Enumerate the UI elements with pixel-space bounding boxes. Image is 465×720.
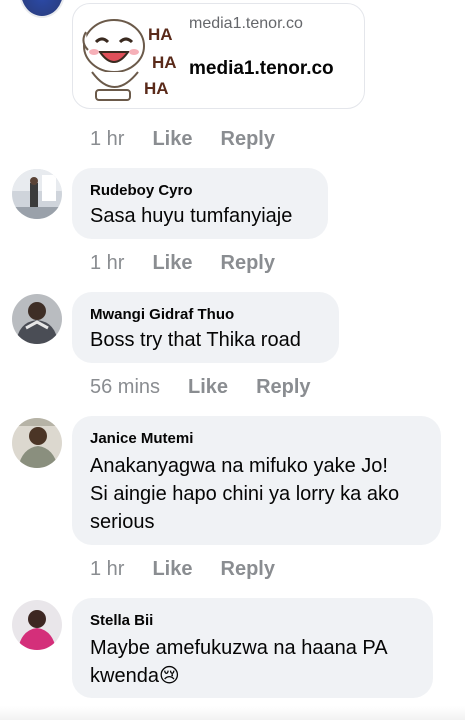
comment-text: serious [90,511,155,533]
comment-actions: 1 hr Like Reply [90,558,275,581]
avatar[interactable] [12,600,62,650]
ha-text: HA [148,25,173,44]
comment-text: Si aingie hapo chini ya lorry ka ako [90,483,400,505]
link-title[interactable]: media1.tenor.co [189,58,334,80]
like-button[interactable]: Like [188,376,228,398]
comment-text: Sasa huyu tumfanyiaje [90,205,293,227]
comment-author[interactable]: Rudeboy Cyro [90,182,193,199]
comment-author[interactable]: Stella Bii [90,612,153,629]
comment-text: Maybe amefukuzwa na haana PA [90,637,388,659]
comment-text: Anakanyagwa na mifuko yake Jo! [90,455,388,477]
avatar[interactable] [19,0,65,18]
comment-author[interactable]: Janice Mutemi [90,430,193,447]
ha-text: HA [144,79,169,98]
like-button[interactable]: Like [152,252,192,274]
comment-actions: 56 mins Like Reply [90,376,311,399]
reply-button[interactable]: Reply [221,252,275,274]
comment-time[interactable]: 1 hr [90,558,124,580]
like-button[interactable]: Like [152,128,192,150]
comment-time[interactable]: 1 hr [90,128,124,150]
comment-time[interactable]: 56 mins [90,376,160,398]
reply-button[interactable]: Reply [221,128,275,150]
comment-text: Boss try that Thika road [90,329,301,351]
avatar[interactable] [12,294,62,344]
comment-author[interactable]: Mwangi Gidraf Thuo [90,306,234,323]
reply-button[interactable]: Reply [221,558,275,580]
comment-actions: 1 hr Like Reply [90,252,275,275]
gif-thumbnail[interactable]: HA HA HA [82,12,178,104]
reply-button[interactable]: Reply [256,376,310,398]
avatar[interactable] [12,169,62,219]
link-domain: media1.tenor.co [189,15,303,32]
like-button[interactable]: Like [152,558,192,580]
scroll-edge [0,706,465,720]
comment-actions: 1 hr Like Reply [90,128,275,151]
comment-time[interactable]: 1 hr [90,252,124,274]
avatar[interactable] [12,418,62,468]
ha-text: HA [152,53,177,72]
comment-text: kwenda😢 [90,665,180,687]
